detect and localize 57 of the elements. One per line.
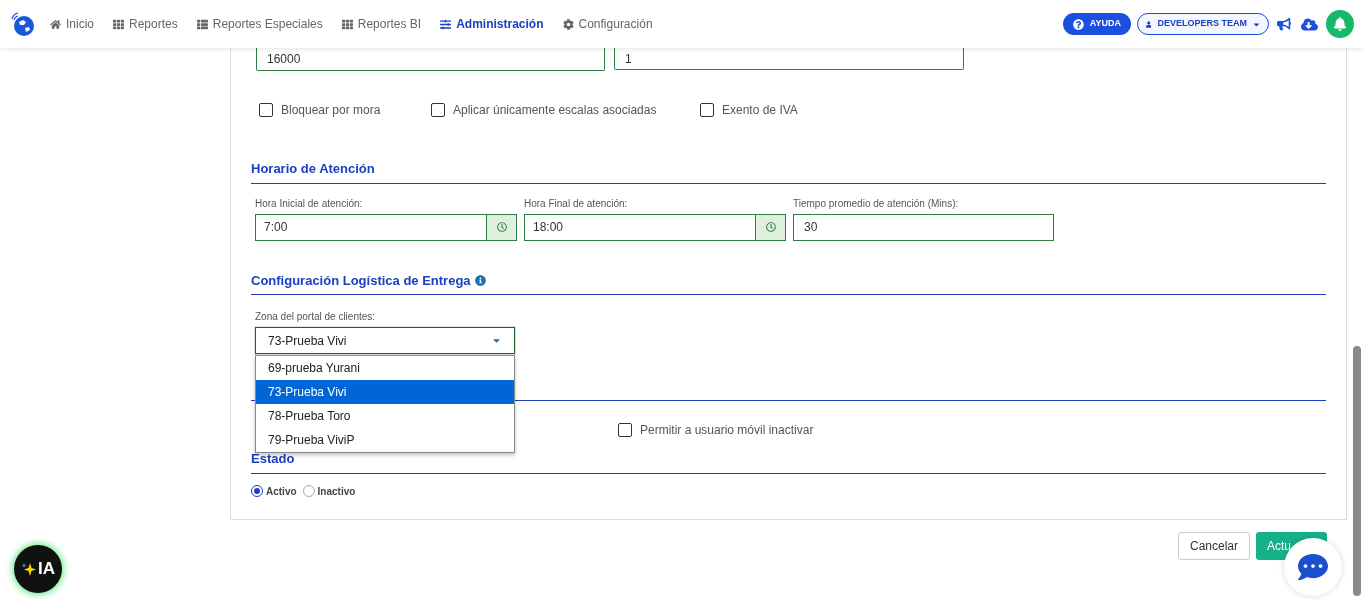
checkbox[interactable] (431, 103, 445, 117)
team-selector[interactable]: DEVELOPERS TEAM (1137, 13, 1269, 35)
checkbox-label: Permitir a usuario móvil inactivar (640, 422, 814, 439)
section-title: Configuración Logística de Entrega (251, 271, 471, 290)
time-field[interactable]: 7:00 (255, 213, 517, 241)
ai-label: IA (38, 558, 55, 581)
radio-label: Inactivo (317, 484, 356, 499)
field-label: Hora Final de atención: (524, 196, 629, 211)
input-field[interactable]: 1 (614, 48, 964, 70)
field-label: Hora Inicial de atención: (255, 196, 364, 211)
cancel-button[interactable]: Cancelar (1177, 532, 1250, 560)
nav-link[interactable]: Inicio (50, 15, 94, 33)
clock-icon (765, 222, 776, 232)
checkbox[interactable] (259, 103, 273, 117)
radio-label: Activo (266, 484, 297, 499)
info-icon[interactable] (474, 274, 486, 286)
clock-icon (496, 222, 507, 232)
dropdown-option[interactable]: 79-Prueba ViviP (256, 428, 514, 452)
checkbox[interactable] (700, 103, 714, 117)
notification-button[interactable] (1326, 10, 1354, 38)
clock-button[interactable] (755, 214, 785, 240)
megaphone-icon[interactable] (1277, 17, 1291, 31)
field-label: Tiempo promedio de atención (Mins): (793, 196, 960, 211)
chat-icon (1298, 552, 1328, 582)
nav-link[interactable]: Administración (440, 15, 544, 33)
bell-icon (1333, 17, 1347, 31)
dropdown-option[interactable]: 78-Prueba Toro (256, 404, 514, 428)
section-title: Horario de Atención (251, 160, 375, 178)
checkbox[interactable] (618, 423, 632, 437)
checkbox-label: Exento de IVA (722, 102, 798, 119)
zone-dropdown[interactable]: 73-Prueba Vivi (255, 327, 515, 354)
nav-link[interactable]: Reportes Especiales (196, 15, 323, 33)
checkbox-label: Aplicar únicamente escalas asociadas (453, 102, 657, 119)
nav-link[interactable]: Reportes BI (341, 15, 422, 33)
dropdown-option[interactable]: 69-prueba Yurani (256, 356, 514, 380)
nav-link[interactable]: Configuración (562, 15, 653, 33)
sliders-icon (440, 18, 452, 30)
time-field[interactable]: 18:00 (524, 213, 786, 241)
nav-link[interactable]: Reportes (113, 15, 178, 33)
grid-icon (341, 18, 353, 30)
grid-icon (113, 18, 124, 30)
section-title: Estado (251, 450, 295, 468)
dropdown-option[interactable]: 73-Prueba Vivi (256, 380, 514, 404)
globe-logo-icon[interactable] (10, 11, 36, 37)
checkbox-label: Bloquear por mora (281, 102, 381, 119)
home-icon (50, 18, 61, 30)
scrollbar[interactable] (1353, 346, 1361, 596)
ai-assistant-button[interactable]: IA (14, 545, 62, 593)
help-button[interactable]: AYUDA (1062, 13, 1131, 35)
settings-icon (562, 18, 574, 30)
clock-button[interactable] (486, 214, 516, 240)
input-field[interactable]: 16000 (256, 48, 605, 71)
field-label: Zona del portal de clientes: (255, 310, 377, 324)
input-field[interactable]: 30 (793, 213, 1054, 241)
list-icon (196, 18, 208, 30)
help-icon (1072, 18, 1084, 30)
user-icon (1146, 20, 1152, 28)
